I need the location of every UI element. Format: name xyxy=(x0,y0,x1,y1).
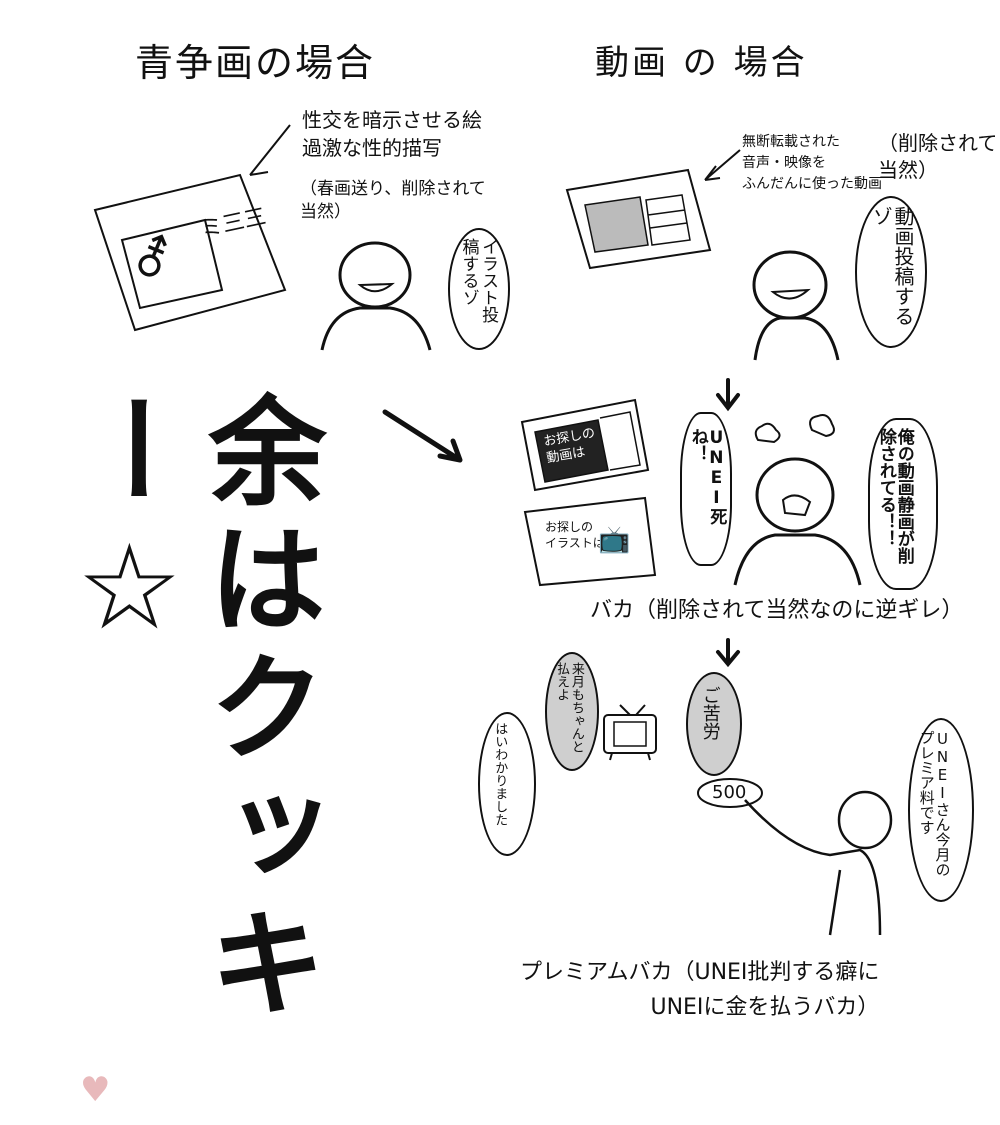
shout1: UNEI死ね！ xyxy=(687,428,727,525)
right-note-2: （削除されて 当然） xyxy=(878,131,998,182)
shout2: 俺の動画静画が削除されてる！！ xyxy=(875,428,914,564)
bubble-c: はいわかりました xyxy=(492,722,508,826)
big-title: 余はクッキー☆ xyxy=(60,390,326,1030)
bubble-a: 来月もちゃんと払えよ xyxy=(553,662,584,753)
left-note: 性交を暗示させる絵 過激な性的描写 xyxy=(302,108,482,160)
caption-1: バカ（削除されて当然なのに逆ギレ） xyxy=(590,598,964,623)
left-speech: イラスト投稿するゾ xyxy=(458,238,499,323)
bubble-c-shape xyxy=(478,712,536,856)
tv-icon: 📺 xyxy=(598,525,631,555)
screen2-text: お探しの イラストは xyxy=(545,520,605,550)
right-note: 無断転載された 音声・映像を ふんだんに使った動画 xyxy=(742,134,882,192)
heart-icon: ♥ xyxy=(80,1070,111,1110)
bubble-b: ご苦労 xyxy=(699,686,721,740)
caption-2: プレミアムバカ（UNEI批判する癖に UNEIに金を払うバカ） xyxy=(520,960,880,1021)
bubble-d: UNEIさん今月のプレミア料です xyxy=(917,730,952,877)
venus-mars-icon: ⚦ xyxy=(132,232,173,288)
coin-value: 500 xyxy=(712,782,747,803)
left-note-2: （春画送り、削除されて 当然） xyxy=(300,179,486,222)
right-speech: 動画投稿するゾ xyxy=(869,206,915,326)
